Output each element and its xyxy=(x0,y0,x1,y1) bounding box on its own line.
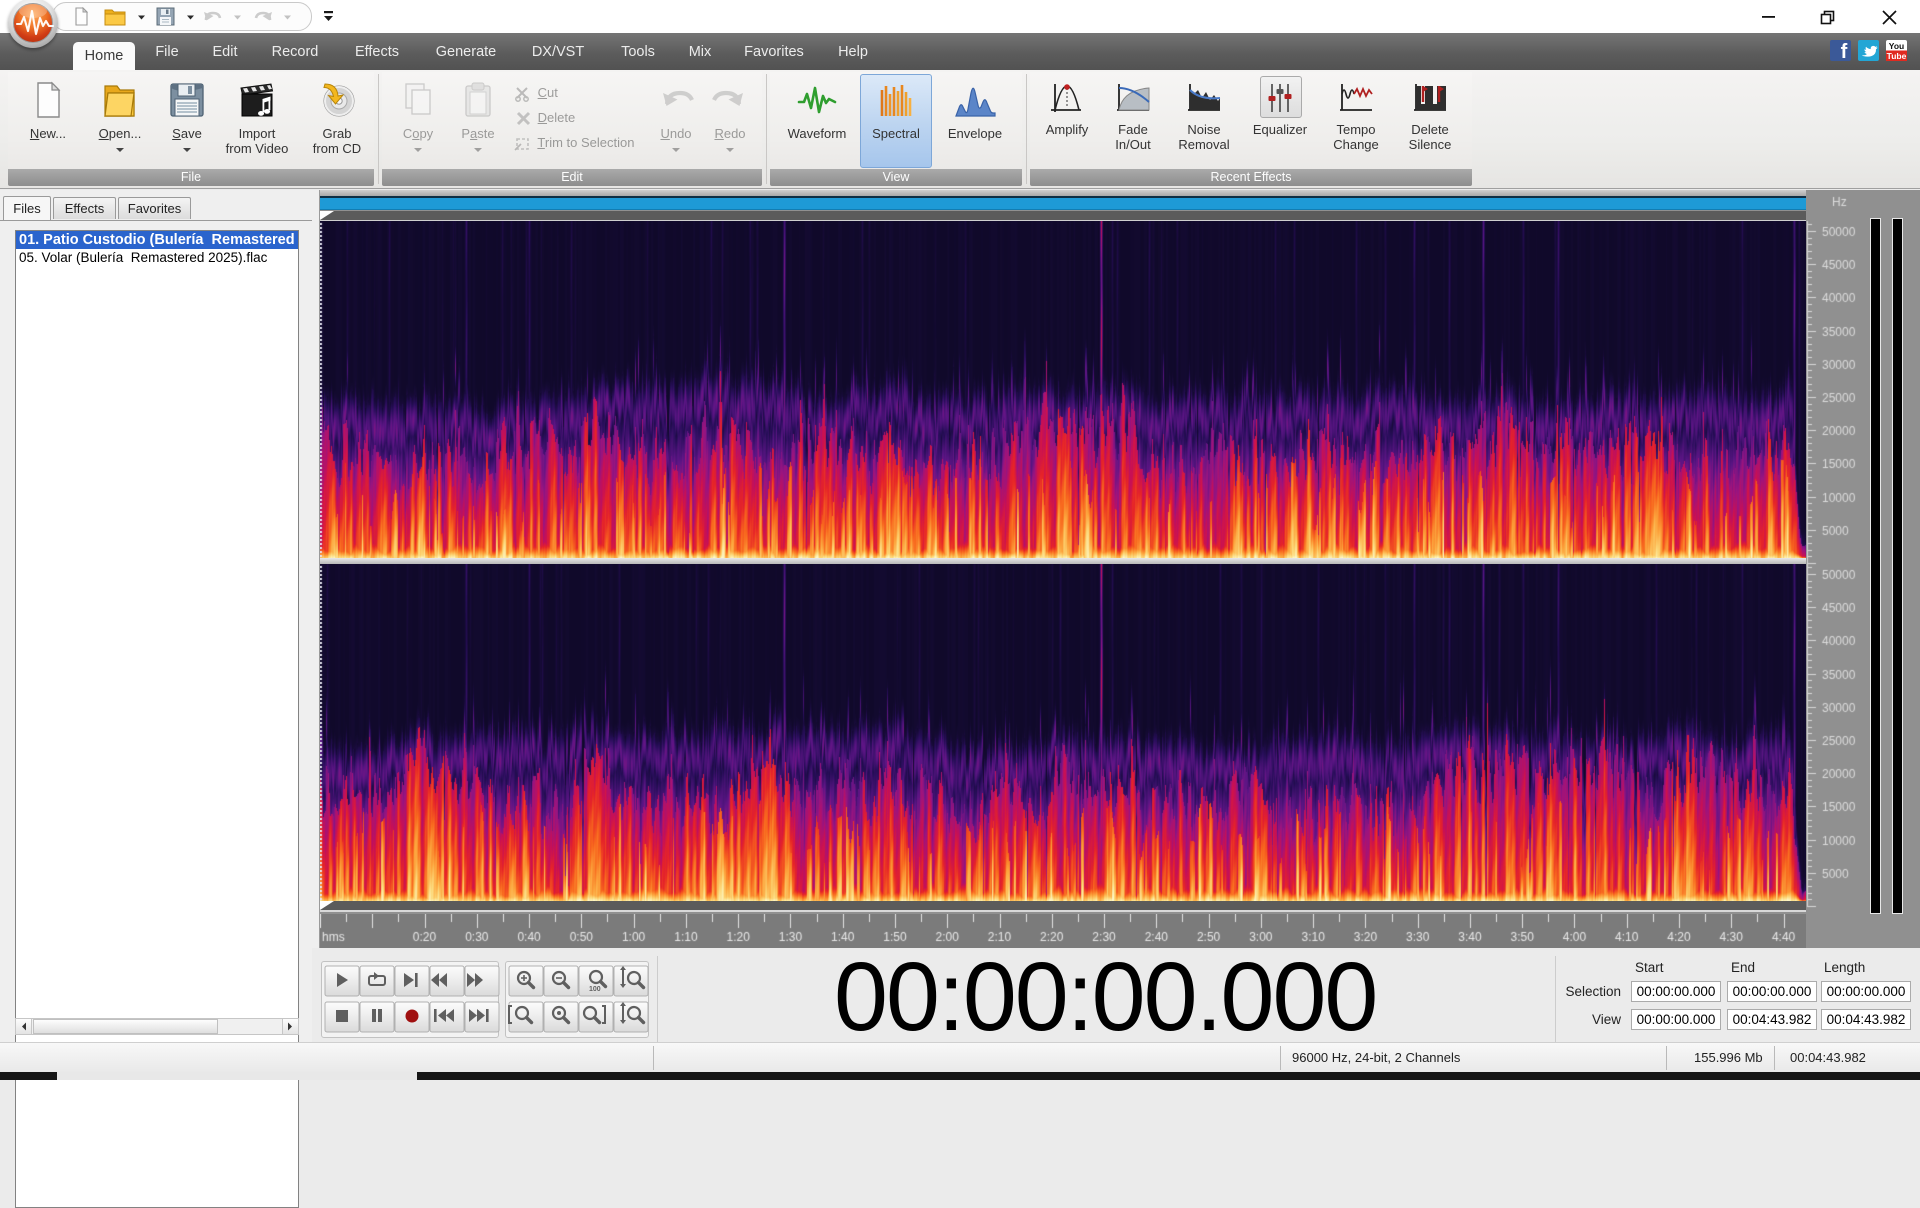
svg-text:Tube: Tube xyxy=(1887,51,1907,61)
svg-text:100: 100 xyxy=(589,986,601,993)
svg-text:f: f xyxy=(1841,41,1848,63)
svg-text:You: You xyxy=(1889,41,1904,51)
